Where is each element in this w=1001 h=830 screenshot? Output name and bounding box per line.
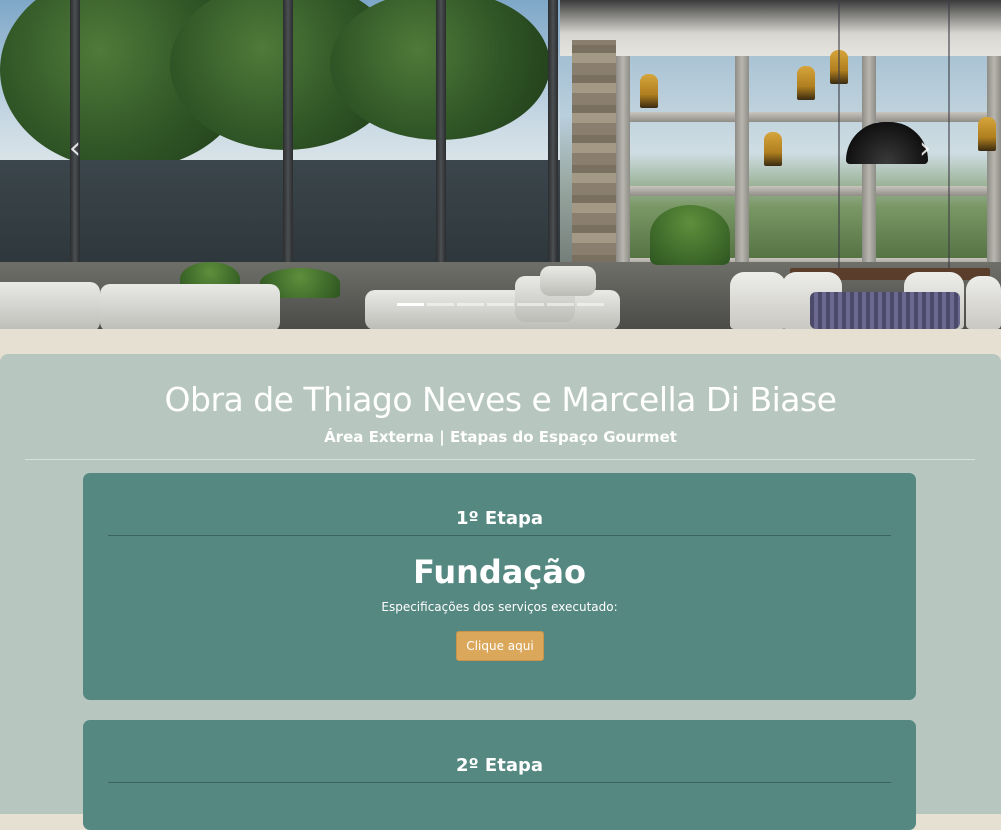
carousel-indicator[interactable] [457,303,484,306]
hero-image-stone-column [572,40,616,285]
carousel-prev-icon[interactable]: ‹ [60,134,90,164]
carousel-indicator[interactable] [517,303,544,306]
stage-label: 1º Etapa [455,508,544,529]
hanging-swing [810,292,960,329]
sofa [100,284,280,329]
divider [25,459,975,460]
carousel-indicator[interactable] [487,303,514,306]
page-title: Obra de Thiago Neves e Marcella Di Biase [164,380,837,419]
hero-image-ceiling [560,0,1001,56]
divider [108,535,891,536]
page-subtitle: Área Externa | Etapas do Espaço Gourmet [324,428,677,446]
trophy-icon [764,132,782,166]
stage-label: 2º Etapa [455,755,544,776]
stage-card: 2º Etapa [83,720,916,830]
stage-description: Especificações dos serviços executado: [381,600,618,614]
carousel-indicator[interactable] [397,303,424,306]
hero-carousel: ‹ › [0,0,1001,329]
carousel-indicator[interactable] [427,303,454,306]
trophy-icon [978,117,996,151]
details-button[interactable]: Clique aqui [456,631,544,661]
carousel-next-icon[interactable]: › [910,134,940,164]
trophy-icon [797,66,815,100]
stage-name: Fundação [413,553,586,591]
divider [108,782,891,783]
carousel-indicators [397,303,604,306]
carousel-indicator[interactable] [577,303,604,306]
hero-image-wall [0,160,560,270]
sofa [0,282,100,329]
carousel-indicator[interactable] [547,303,574,306]
trophy-icon [640,74,658,108]
stage-card: 1º Etapa Fundação Especificações dos ser… [83,473,916,700]
